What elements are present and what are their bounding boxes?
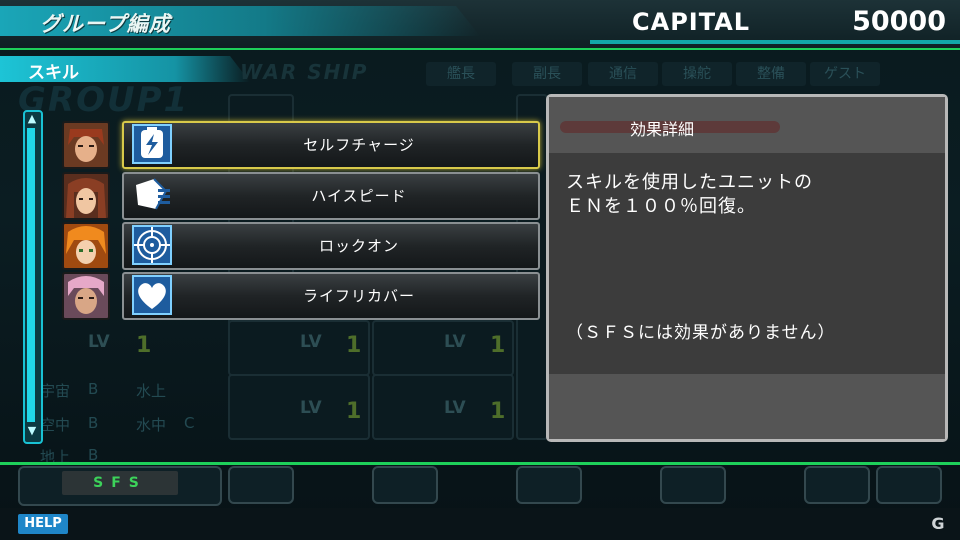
terrain-rank: C <box>184 414 195 432</box>
group-watermark: GROUP1 <box>18 80 190 120</box>
high-speed-icon <box>132 175 172 215</box>
capital-label: CAPITAL <box>632 8 751 36</box>
skill-row-lock-on[interactable]: ロックオン <box>122 222 540 270</box>
unit-slot-bottom <box>660 466 726 504</box>
role-tab: 副長 <box>512 62 582 86</box>
detail-heading: 効果詳細 <box>630 120 695 139</box>
role-tab: 操舵 <box>662 62 732 86</box>
lv-label: LV <box>444 332 466 352</box>
lv-value: 1 <box>490 333 506 358</box>
self-charge-icon <box>132 124 172 164</box>
skill-label: ハイスピード <box>311 187 407 205</box>
terrain-label: 水中 <box>136 416 167 434</box>
site-logo: G <box>931 514 945 533</box>
role-tab: 整備 <box>736 62 806 86</box>
terrain-rank: B <box>88 380 99 398</box>
terrain-label: 水上 <box>136 382 167 400</box>
skill-row-high-speed[interactable]: ハイスピード <box>122 172 540 220</box>
terrain-label: 宇宙 <box>40 382 71 400</box>
lv-value: 1 <box>136 333 152 358</box>
detail-note: （ＳＦＳには効果がありません） <box>566 323 836 343</box>
detail-description-line-2: ＥＮを１００％回復。 <box>566 196 756 217</box>
role-tab: 通信 <box>588 62 658 86</box>
skill-label: セルフチャージ <box>303 136 415 154</box>
scrollbar-thumb[interactable] <box>27 128 35 422</box>
lv-label: LV <box>88 332 110 352</box>
warship-watermark: WAR SHIP <box>240 60 369 84</box>
terrain-label: 空中 <box>40 416 71 434</box>
unit-slot-bottom <box>516 466 582 504</box>
scroll-down-icon[interactable]: ▼ <box>24 424 40 438</box>
capital-value: 50000 <box>852 6 946 37</box>
pilot-portrait <box>62 272 110 320</box>
lv-label: LV <box>300 332 322 352</box>
unit-slot-bottom <box>372 466 438 504</box>
skill-row-life-recover[interactable]: ライフリカバー <box>122 272 540 320</box>
lv-value: 1 <box>490 399 506 424</box>
life-recover-icon <box>132 275 172 315</box>
sfs-badge: SFS <box>62 471 178 495</box>
unit-slot-bottom <box>804 466 870 504</box>
unit-slot-bottom <box>228 466 294 504</box>
scroll-up-icon[interactable]: ▲ <box>24 112 40 126</box>
pilot-portrait <box>62 121 110 169</box>
pilot-portrait <box>62 222 110 270</box>
terrain-rank: B <box>88 414 99 432</box>
lv-value: 1 <box>346 399 362 424</box>
pilot-portrait <box>62 172 110 220</box>
role-tab: 艦長 <box>426 62 496 86</box>
lv-label: LV <box>444 398 466 418</box>
help-button[interactable]: HELP <box>18 514 68 534</box>
detail-description-line-1: スキルを使用したユニットの <box>566 172 813 193</box>
detail-footer-band <box>549 374 945 439</box>
skill-label: ロックオン <box>318 237 399 255</box>
header-accent-line <box>590 40 960 44</box>
unit-slot-bottom <box>876 466 942 504</box>
role-tab: ゲスト <box>810 62 880 86</box>
screen-title: グループ編成 <box>40 12 171 36</box>
footer-bar <box>0 508 960 540</box>
skill-label: ライフリカバー <box>302 287 415 305</box>
lock-on-icon <box>132 225 172 265</box>
footer-divider <box>0 462 960 465</box>
skill-row-self-charge[interactable]: セルフチャージ <box>122 121 540 169</box>
lv-value: 1 <box>346 333 362 358</box>
lv-label: LV <box>300 398 322 418</box>
